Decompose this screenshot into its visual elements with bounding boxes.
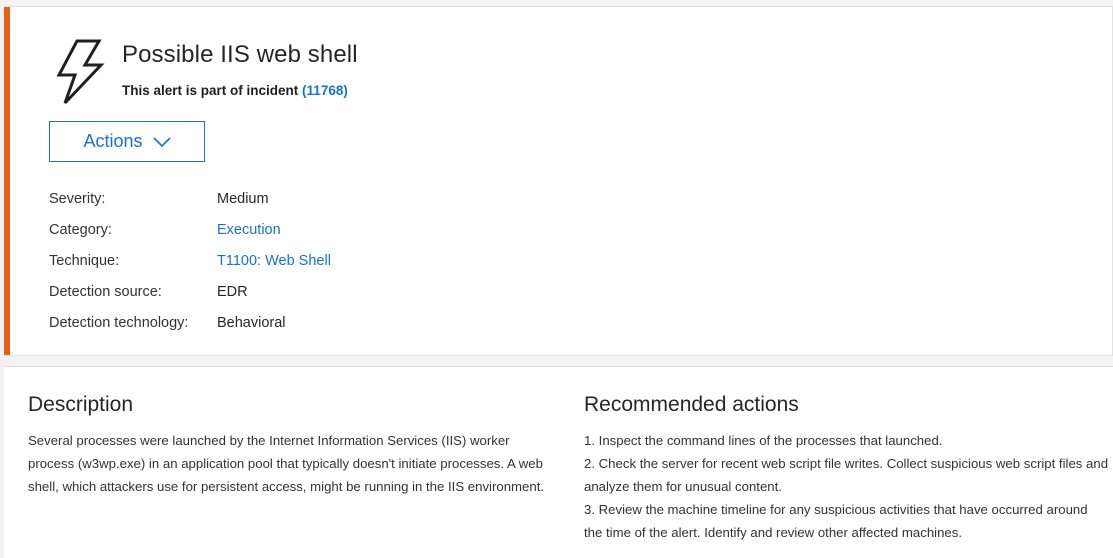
property-label: Severity: xyxy=(49,190,106,207)
chevron-down-icon xyxy=(152,136,171,147)
lightning-bolt-icon xyxy=(56,39,105,105)
description-heading: Description xyxy=(28,393,134,416)
technique-link[interactable]: T1100: Web Shell xyxy=(217,253,331,269)
property-row-detection-technology: Detection technology: Behavioral xyxy=(49,307,331,338)
recommended-action-item: 1. Inspect the command lines of the proc… xyxy=(584,433,943,448)
incident-link[interactable]: (11768) xyxy=(302,83,348,98)
incident-prefix: This alert is part of incident xyxy=(122,83,299,98)
property-row-detection-source: Detection source: EDR xyxy=(49,276,331,307)
recommended-action-item: 3. Review the machine timeline for any s… xyxy=(584,502,1088,540)
severity-accent-bar xyxy=(4,7,10,355)
recommended-actions-list: 1. Inspect the command lines of the proc… xyxy=(584,429,1109,544)
recommended-action-item: 2. Check the server for recent web scrip… xyxy=(584,456,1109,494)
recommended-actions-heading: Recommended actions xyxy=(584,393,799,416)
actions-button[interactable]: Actions xyxy=(49,121,205,162)
property-label: Detection technology: xyxy=(49,314,189,331)
alert-properties: Severity: Medium Category: Execution Tec… xyxy=(49,183,331,338)
property-label: Technique: xyxy=(49,252,120,269)
property-label: Detection source: xyxy=(49,283,162,300)
category-link[interactable]: Execution xyxy=(217,222,281,238)
incident-reference: This alert is part of incident (11768) xyxy=(122,83,348,98)
severity-value: Medium xyxy=(217,190,269,207)
property-row-severity: Severity: Medium xyxy=(49,183,331,214)
property-label: Category: xyxy=(49,221,112,238)
alert-header-card: Possible IIS web shell This alert is par… xyxy=(4,6,1113,356)
alert-details-card: Description Several processes were launc… xyxy=(4,366,1113,558)
alert-title: Possible IIS web shell xyxy=(122,41,358,68)
property-row-technique: Technique: T1100: Web Shell xyxy=(49,245,331,276)
detection-technology-value: Behavioral xyxy=(217,314,286,331)
detection-source-value: EDR xyxy=(217,283,248,300)
property-row-category: Category: Execution xyxy=(49,214,331,245)
actions-label: Actions xyxy=(83,131,143,151)
description-text: Several processes were launched by the I… xyxy=(28,433,545,494)
